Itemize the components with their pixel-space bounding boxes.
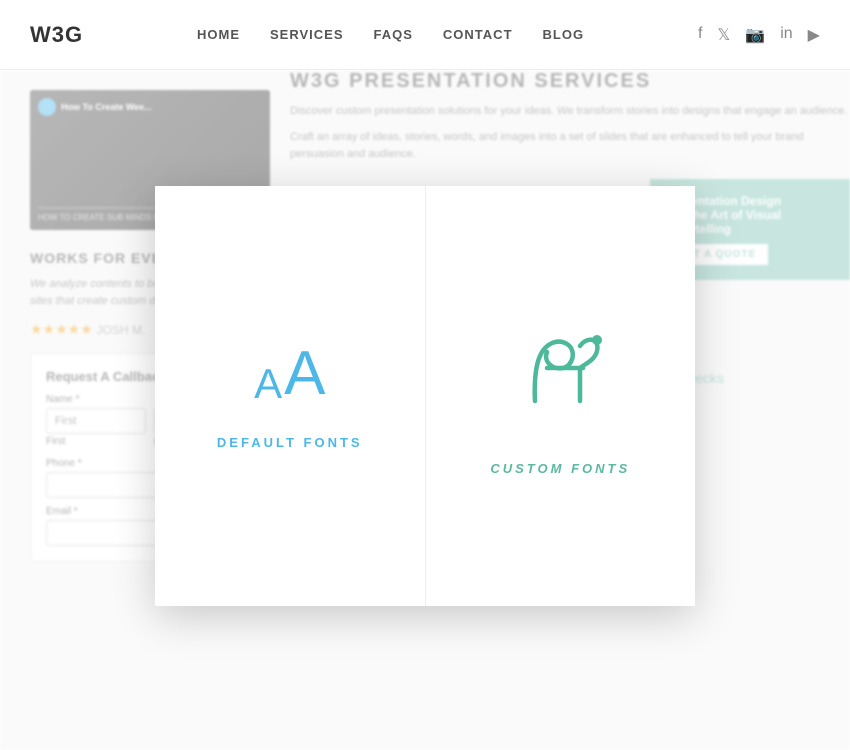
nav-contact[interactable]: CONTACT: [443, 27, 513, 42]
nav-logo[interactable]: W3G: [30, 22, 83, 48]
small-a-icon: A: [254, 363, 282, 405]
facebook-icon[interactable]: f: [698, 25, 702, 45]
fonts-modal: A A DEFAULT FONTS CUSTOM FONTS: [155, 186, 695, 606]
linkedin-icon[interactable]: in: [780, 25, 792, 45]
navbar: W3G HOME SERVICES FAQS CONTACT BLOG f 𝕏 …: [0, 0, 850, 70]
nav-home[interactable]: HOME: [197, 27, 240, 42]
nav-faqs[interactable]: FAQS: [374, 27, 413, 42]
nav-services[interactable]: SERVICES: [270, 27, 344, 42]
default-fonts-label[interactable]: DEFAULT FONTS: [217, 435, 363, 450]
custom-fonts-panel: CUSTOM FONTS: [426, 186, 696, 606]
nav-blog[interactable]: BLOG: [543, 27, 585, 42]
social-links: f 𝕏 📷 in ▶: [698, 25, 820, 45]
twitter-icon[interactable]: 𝕏: [717, 25, 730, 45]
default-font-icon: A A: [254, 343, 325, 405]
instagram-icon[interactable]: 📷: [745, 25, 765, 45]
default-fonts-panel: A A DEFAULT FONTS: [155, 186, 426, 606]
nav-links: HOME SERVICES FAQS CONTACT BLOG: [197, 27, 584, 42]
custom-font-icon: [505, 316, 615, 431]
custom-fonts-label[interactable]: CUSTOM FONTS: [490, 461, 630, 476]
youtube-icon[interactable]: ▶: [808, 25, 820, 45]
large-a-icon: A: [284, 343, 325, 405]
